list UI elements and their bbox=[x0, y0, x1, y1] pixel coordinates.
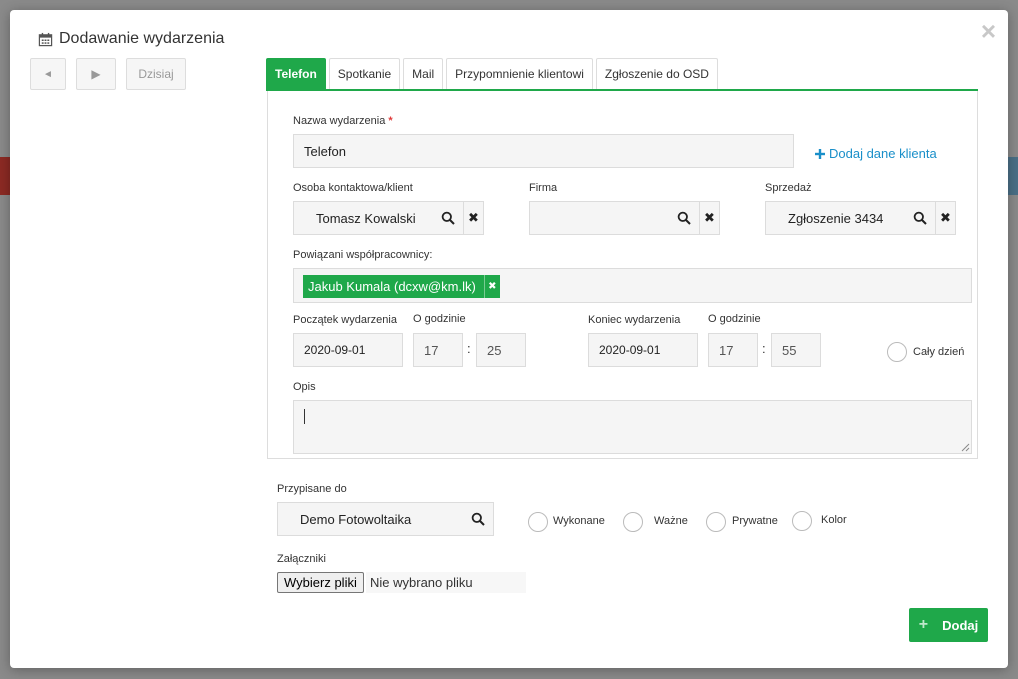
start-time-label: O godzinie bbox=[413, 313, 466, 325]
private-radio[interactable] bbox=[706, 512, 726, 532]
end-hour-input[interactable]: 17 bbox=[708, 333, 758, 367]
sale-clear-icon[interactable]: ✖ bbox=[936, 201, 956, 235]
end-time-separator: : bbox=[762, 341, 766, 356]
search-icon[interactable] bbox=[471, 512, 485, 526]
sale-value: Zgłoszenie 3434 bbox=[788, 210, 884, 226]
done-radio[interactable] bbox=[528, 512, 548, 532]
company-clear-icon[interactable]: ✖ bbox=[700, 201, 720, 235]
contact-value: Tomasz Kowalski bbox=[316, 210, 416, 226]
tab-przypomnienie[interactable]: Przypomnienie klientowi bbox=[446, 58, 593, 89]
private-label: Prywatne bbox=[732, 515, 778, 527]
start-minute-input[interactable]: 25 bbox=[476, 333, 526, 367]
event-name-label: Nazwa wydarzenia * bbox=[293, 115, 393, 127]
tab-mail[interactable]: Mail bbox=[403, 58, 444, 89]
next-button[interactable]: ▶ bbox=[76, 58, 116, 90]
end-label: Koniec wydarzenia bbox=[588, 314, 681, 326]
plus-icon bbox=[815, 148, 825, 159]
important-label: Ważne bbox=[654, 515, 688, 527]
choose-files-button[interactable]: Wybierz pliki bbox=[277, 572, 364, 593]
add-client-data-link[interactable]: Dodaj dane klienta bbox=[815, 146, 937, 161]
company-input[interactable] bbox=[529, 201, 700, 235]
event-name-input[interactable]: Telefon bbox=[293, 134, 794, 168]
assigned-input[interactable]: Demo Fotowoltaika bbox=[277, 502, 494, 536]
close-icon[interactable]: × bbox=[981, 18, 996, 44]
modal-title: Dodawanie wydarzenia bbox=[38, 30, 224, 48]
company-label: Firma bbox=[529, 182, 558, 194]
start-time-separator: : bbox=[467, 341, 471, 356]
end-time-label: O godzinie bbox=[708, 313, 761, 325]
add-client-data-label: Dodaj dane klienta bbox=[829, 146, 937, 161]
assigned-value: Demo Fotowoltaika bbox=[300, 511, 412, 527]
tab-zgloszenie-osd[interactable]: Zgłoszenie do OSD bbox=[595, 58, 718, 89]
add-button[interactable]: + Dodaj bbox=[909, 608, 988, 642]
coworker-tag-remove-icon[interactable]: ✖ bbox=[483, 275, 500, 298]
prev-button[interactable]: ◄ bbox=[30, 58, 66, 90]
add-button-label: Dodaj bbox=[942, 617, 979, 633]
attachments-label: Załączniki bbox=[277, 553, 326, 565]
contact-label: Osoba kontaktowa/klient bbox=[293, 182, 413, 194]
color-label: Kolor bbox=[821, 514, 847, 526]
sale-label: Sprzedaż bbox=[765, 182, 812, 194]
sale-input[interactable]: Zgłoszenie 3434 bbox=[765, 201, 936, 235]
coworkers-input[interactable]: Jakub Kumala (dcxw@km.lk) ✖ bbox=[293, 268, 972, 303]
search-icon[interactable] bbox=[441, 211, 455, 225]
assigned-label: Przypisane do bbox=[277, 483, 347, 495]
all-day-label: Cały dzień bbox=[913, 346, 965, 358]
important-radio[interactable] bbox=[623, 512, 643, 532]
all-day-radio[interactable] bbox=[887, 342, 907, 362]
today-button[interactable]: Dzisiaj bbox=[126, 58, 186, 90]
start-label: Początek wydarzenia bbox=[293, 314, 397, 326]
done-label: Wykonane bbox=[553, 515, 605, 527]
contact-clear-icon[interactable]: ✖ bbox=[464, 201, 484, 235]
color-radio[interactable] bbox=[792, 511, 812, 531]
end-minute-input[interactable]: 55 bbox=[771, 333, 821, 367]
description-label: Opis bbox=[293, 381, 316, 393]
tab-spotkanie[interactable]: Spotkanie bbox=[328, 58, 401, 89]
resize-handle-icon[interactable] bbox=[961, 443, 970, 452]
coworker-tag-text: Jakub Kumala (dcxw@km.lk) bbox=[308, 279, 476, 294]
text-caret bbox=[304, 409, 305, 424]
coworkers-label: Powiązani współpracownicy: bbox=[293, 249, 433, 261]
required-mark: * bbox=[388, 115, 393, 127]
tab-telefon[interactable]: Telefon bbox=[266, 58, 326, 89]
calendar-icon bbox=[38, 32, 53, 46]
modal-title-text: Dodawanie wydarzenia bbox=[59, 30, 225, 47]
search-icon[interactable] bbox=[913, 211, 927, 225]
event-type-tabs: Telefon Spotkanie Mail Przypomnienie kli… bbox=[266, 58, 978, 91]
background-red-block bbox=[0, 157, 10, 195]
search-icon[interactable] bbox=[677, 211, 691, 225]
plus-icon: + bbox=[918, 616, 929, 633]
end-date-input[interactable]: 2020-09-01 bbox=[588, 333, 698, 367]
file-status-text: Nie wybrano pliku bbox=[366, 572, 526, 593]
contact-input[interactable]: Tomasz Kowalski bbox=[293, 201, 464, 235]
start-date-input[interactable]: 2020-09-01 bbox=[293, 333, 403, 367]
start-hour-input[interactable]: 17 bbox=[413, 333, 463, 367]
background-blue-block bbox=[1008, 157, 1018, 195]
description-textarea[interactable] bbox=[293, 400, 972, 454]
event-name-label-text: Nazwa wydarzenia bbox=[293, 115, 386, 127]
coworker-tag: Jakub Kumala (dcxw@km.lk) ✖ bbox=[303, 275, 500, 298]
